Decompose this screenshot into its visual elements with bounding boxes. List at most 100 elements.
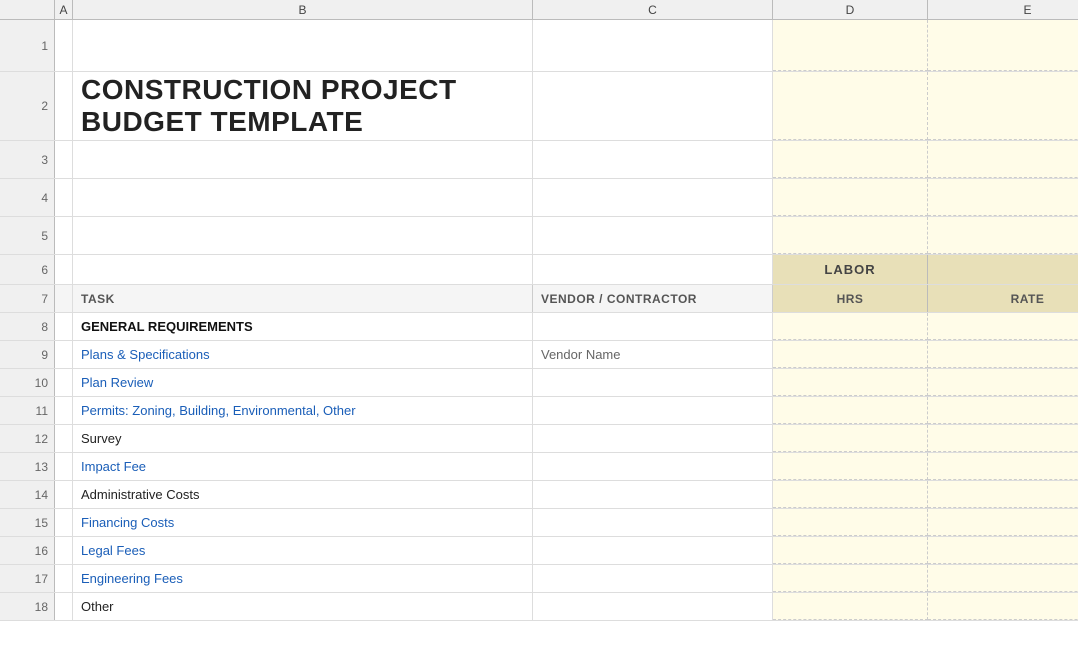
administrative-costs-label: Administrative Costs	[81, 487, 199, 502]
cell-10a	[55, 369, 73, 396]
cell-10b[interactable]: Plan Review	[73, 369, 533, 396]
cell-14d[interactable]	[773, 481, 928, 508]
cell-5d[interactable]	[773, 217, 928, 254]
rate-col-label: RATE	[928, 285, 1078, 312]
cell-6b[interactable]	[73, 255, 533, 284]
cell-3d[interactable]	[773, 141, 928, 178]
cell-15e[interactable]	[928, 509, 1078, 536]
cell-11b[interactable]: Permits: Zoning, Building, Environmental…	[73, 397, 533, 424]
legal-fees-label: Legal Fees	[81, 543, 145, 558]
row-3: 3	[0, 141, 1078, 179]
row-num-4: 4	[0, 179, 55, 216]
cell-6c[interactable]	[533, 255, 773, 284]
cell-4c[interactable]	[533, 179, 773, 216]
cell-15b[interactable]: Financing Costs	[73, 509, 533, 536]
cell-18b[interactable]: Other	[73, 593, 533, 620]
cell-4b[interactable]	[73, 179, 533, 216]
cell-9e[interactable]	[928, 341, 1078, 368]
row-num-5: 5	[0, 217, 55, 254]
cell-9b[interactable]: Plans & Specifications	[73, 341, 533, 368]
cell-8e[interactable]	[928, 313, 1078, 340]
cell-10d[interactable]	[773, 369, 928, 396]
cell-2c[interactable]	[533, 72, 773, 140]
cell-4d[interactable]	[773, 179, 928, 216]
cell-17e[interactable]	[928, 565, 1078, 592]
row-num-7: 7	[0, 285, 55, 312]
cell-1b[interactable]	[73, 20, 533, 71]
cell-3a	[55, 141, 73, 178]
row-7: 7 TASK VENDOR / CONTRACTOR HRS RATE	[0, 285, 1078, 313]
row-num-13: 13	[0, 453, 55, 480]
cell-14c[interactable]	[533, 481, 773, 508]
cell-12e[interactable]	[928, 425, 1078, 452]
cell-14b[interactable]: Administrative Costs	[73, 481, 533, 508]
column-headers: A B C D E	[0, 0, 1078, 20]
cell-11c[interactable]	[533, 397, 773, 424]
cell-13d[interactable]	[773, 453, 928, 480]
cell-10e[interactable]	[928, 369, 1078, 396]
cell-5e[interactable]	[928, 217, 1078, 254]
impact-fee-label: Impact Fee	[81, 459, 146, 474]
cell-4e[interactable]	[928, 179, 1078, 216]
cell-16c[interactable]	[533, 537, 773, 564]
cell-18e[interactable]	[928, 593, 1078, 620]
cell-16a	[55, 537, 73, 564]
cell-8a	[55, 313, 73, 340]
cell-2e[interactable]	[928, 72, 1078, 140]
cell-16e[interactable]	[928, 537, 1078, 564]
cell-16b[interactable]: Legal Fees	[73, 537, 533, 564]
row-1: 1	[0, 20, 1078, 72]
cell-1d[interactable]	[773, 20, 928, 71]
vendor-name-9: Vendor Name	[541, 347, 621, 362]
cell-13e[interactable]	[928, 453, 1078, 480]
row-2: 2 CONSTRUCTION PROJECT BUDGET TEMPLATE	[0, 72, 1078, 141]
engineering-fees-label: Engineering Fees	[81, 571, 183, 586]
permits-label: Permits: Zoning, Building, Environmental…	[81, 403, 356, 418]
cell-13c[interactable]	[533, 453, 773, 480]
cell-13b[interactable]: Impact Fee	[73, 453, 533, 480]
cell-12d[interactable]	[773, 425, 928, 452]
row-num-3: 3	[0, 141, 55, 178]
cell-18c[interactable]	[533, 593, 773, 620]
survey-label: Survey	[81, 431, 121, 446]
cell-14e[interactable]	[928, 481, 1078, 508]
cell-11e[interactable]	[928, 397, 1078, 424]
cell-17c[interactable]	[533, 565, 773, 592]
task-col-label: TASK	[73, 285, 533, 312]
cell-2b[interactable]: CONSTRUCTION PROJECT BUDGET TEMPLATE	[73, 72, 533, 140]
cell-9d[interactable]	[773, 341, 928, 368]
cell-17d[interactable]	[773, 565, 928, 592]
cell-18d[interactable]	[773, 593, 928, 620]
row-num-8: 8	[0, 313, 55, 340]
cell-3c[interactable]	[533, 141, 773, 178]
other-label: Other	[81, 599, 114, 614]
cell-3b[interactable]	[73, 141, 533, 178]
cell-2d[interactable]	[773, 72, 928, 140]
row-6: 6 LABOR	[0, 255, 1078, 285]
cell-9c[interactable]: Vendor Name	[533, 341, 773, 368]
row-16: 16 Legal Fees	[0, 537, 1078, 565]
cell-15d[interactable]	[773, 509, 928, 536]
cell-8b[interactable]: GENERAL REQUIREMENTS	[73, 313, 533, 340]
cell-5c[interactable]	[533, 217, 773, 254]
hrs-col-label: HRS	[773, 285, 928, 312]
cell-1c[interactable]	[533, 20, 773, 71]
cell-15c[interactable]	[533, 509, 773, 536]
cell-6e	[928, 255, 1078, 284]
cell-7a	[55, 285, 73, 312]
cell-5b[interactable]	[73, 217, 533, 254]
row-num-18: 18	[0, 593, 55, 620]
row-5: 5	[0, 217, 1078, 255]
cell-6a	[55, 255, 73, 284]
cell-8d[interactable]	[773, 313, 928, 340]
cell-12c[interactable]	[533, 425, 773, 452]
cell-1e[interactable]	[928, 20, 1078, 71]
cell-10c[interactable]	[533, 369, 773, 396]
cell-4a	[55, 179, 73, 216]
cell-17b[interactable]: Engineering Fees	[73, 565, 533, 592]
cell-8c[interactable]	[533, 313, 773, 340]
cell-11d[interactable]	[773, 397, 928, 424]
cell-3e[interactable]	[928, 141, 1078, 178]
cell-12b[interactable]: Survey	[73, 425, 533, 452]
cell-16d[interactable]	[773, 537, 928, 564]
